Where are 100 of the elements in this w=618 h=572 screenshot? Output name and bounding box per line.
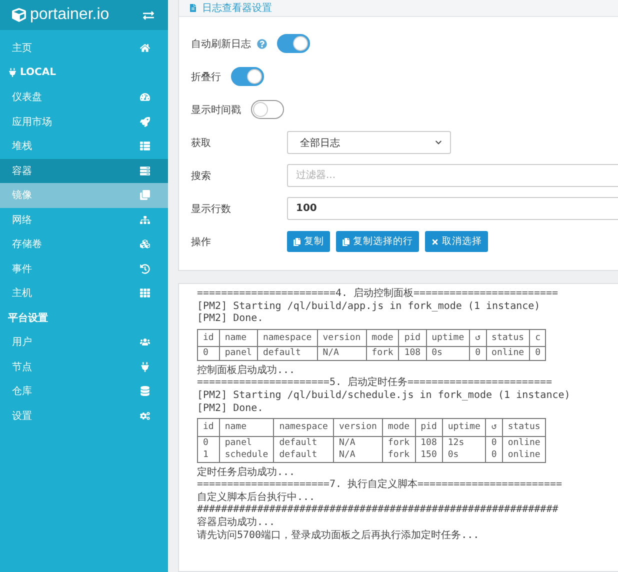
plug-icon	[8, 68, 17, 78]
log-table-cell: default	[274, 436, 334, 450]
action-button[interactable]: 复制	[287, 231, 330, 252]
input-field[interactable]: 100	[287, 197, 618, 220]
log-table-cell: 108	[398, 346, 426, 360]
log-table-cell: 0	[486, 449, 502, 462]
grid-icon	[140, 288, 150, 298]
action-button[interactable]: 取消选择	[425, 231, 488, 252]
log-line: =======================4. 启动控制面板========================	[197, 288, 560, 301]
log-table-header: mode	[382, 418, 416, 436]
sidebar-item[interactable]: 仪表盘	[0, 85, 168, 110]
sidebar-item[interactable]: 设置	[0, 404, 168, 428]
log-table-cell: default	[274, 449, 334, 462]
log-table-cell: N/A	[317, 346, 366, 360]
log-table-cell: fork	[366, 346, 399, 360]
gauge-icon	[140, 92, 150, 102]
toggle-switch[interactable]	[277, 34, 310, 53]
sidebar-item[interactable]: 存储卷	[0, 232, 168, 256]
sidebar-item[interactable]: 堆栈	[0, 134, 168, 158]
log-table-cell: 0	[198, 436, 220, 450]
logo[interactable]: portainer.io	[12, 6, 110, 24]
log-table-cell: 0	[470, 346, 486, 360]
sidebar-item[interactable]: 镜像	[0, 183, 168, 208]
log-line: ======================5. 启动定时任务========================	[197, 377, 554, 390]
log-table-cell: online	[502, 449, 546, 462]
log-table-cell: fork	[382, 449, 416, 462]
sidebar-item-label: 仓库	[12, 384, 32, 398]
log-line: [PM2] Done.	[197, 313, 264, 326]
clone-icon	[140, 190, 150, 200]
sidebar-item-label: 节点	[12, 360, 32, 374]
log-table-cell: N/A	[333, 449, 382, 462]
logo-icon	[12, 8, 26, 22]
panel-title: 日志查看器设置	[202, 2, 272, 15]
select-field[interactable]: 全部日志	[287, 131, 451, 154]
log-line: 容器启动成功...	[197, 517, 276, 530]
field-label: 显示行数	[191, 202, 231, 216]
log-table-header: id	[198, 329, 220, 347]
chevron-down-icon	[435, 139, 442, 146]
log-table-cell: online	[502, 436, 546, 450]
log-table-cell: fork	[382, 436, 416, 450]
sidebar-item-label: 事件	[12, 262, 32, 276]
file-icon	[189, 4, 197, 12]
plug-icon	[140, 362, 150, 372]
sidebar-item[interactable]: 主页	[0, 36, 168, 60]
field-label: 折叠行	[191, 70, 221, 84]
log-table-cell: 1	[198, 449, 220, 462]
log-table-header: version	[317, 329, 366, 347]
action-button[interactable]: 复制选择的行	[336, 231, 419, 252]
log-table-cell: 0	[198, 346, 220, 360]
section-title: 平台设置	[8, 312, 48, 325]
log-table-header: pid	[415, 418, 442, 436]
log-line: [PM2] Starting /ql/build/schedule.js in fork_mode (1 instance)	[197, 390, 572, 403]
log-table-header: namespace	[257, 329, 318, 347]
log-table-cell: N/A	[333, 436, 382, 450]
sidebar-item-label: 用户	[12, 336, 32, 350]
log-table-cell: 0	[486, 436, 502, 450]
toggle-switch[interactable]	[231, 67, 264, 86]
log-table-cell: 0	[530, 346, 546, 360]
log-line: [PM2] Starting /ql/build/app.js in fork_mode (1 instance)	[197, 300, 542, 313]
field-label: 获取	[191, 136, 211, 150]
help-icon[interactable]	[257, 38, 267, 48]
sidebar-item[interactable]: 应用市场	[0, 110, 168, 134]
log-table-cell: 0s	[442, 449, 486, 462]
log-table-header: id	[198, 418, 220, 436]
toggle-switch[interactable]	[251, 100, 284, 119]
sidebar-item[interactable]: 用户	[0, 330, 168, 354]
log-table-header: ↺	[486, 418, 502, 436]
sidebar-item[interactable]: 节点	[0, 354, 168, 379]
log-table-cell: online	[486, 346, 530, 360]
users-icon	[140, 337, 150, 348]
log-table-header: uptime	[426, 329, 470, 347]
database-icon	[140, 386, 150, 396]
input-field[interactable]: 过滤器...	[287, 164, 618, 187]
sidebar-item[interactable]: 容器	[0, 158, 168, 183]
home-icon	[140, 43, 150, 54]
log-table-header: name	[219, 418, 274, 436]
log-line: 控制面板启动成功...	[197, 364, 296, 378]
log-table-cell: panel	[219, 346, 258, 360]
log-table-cell: 150	[415, 449, 442, 462]
sidebar-item[interactable]: 网络	[0, 208, 168, 232]
log-table-cell: 12s	[442, 436, 486, 450]
log-table-header: ↺	[470, 329, 486, 347]
log-table-cell: panel	[219, 436, 274, 450]
sidebar-item[interactable]: 仓库	[0, 379, 168, 404]
sidebar-item-label: 镜像	[12, 188, 32, 202]
field-label: 自动刷新日志	[191, 38, 251, 50]
log-line: 自定义脚本后台执行中...	[197, 492, 316, 504]
sidebar-item[interactable]: 主机	[0, 281, 168, 306]
log-table-cell: 108	[415, 436, 442, 450]
copy-icon	[342, 238, 350, 246]
sidebar-item[interactable]: 事件	[0, 256, 168, 281]
log-line: ############################################################	[197, 504, 560, 516]
log-table-cell: schedule	[219, 449, 274, 462]
log-table-cell: default	[257, 346, 318, 360]
log-line: ======================7. 执行自定义脚本========================	[197, 479, 564, 492]
log-line: [PM2] Done.	[197, 402, 264, 416]
swap-icon[interactable]	[143, 10, 154, 20]
log-table-header: status	[486, 329, 530, 347]
sidebar-item-label: 主机	[12, 286, 32, 300]
log-table-header: c	[530, 329, 546, 347]
